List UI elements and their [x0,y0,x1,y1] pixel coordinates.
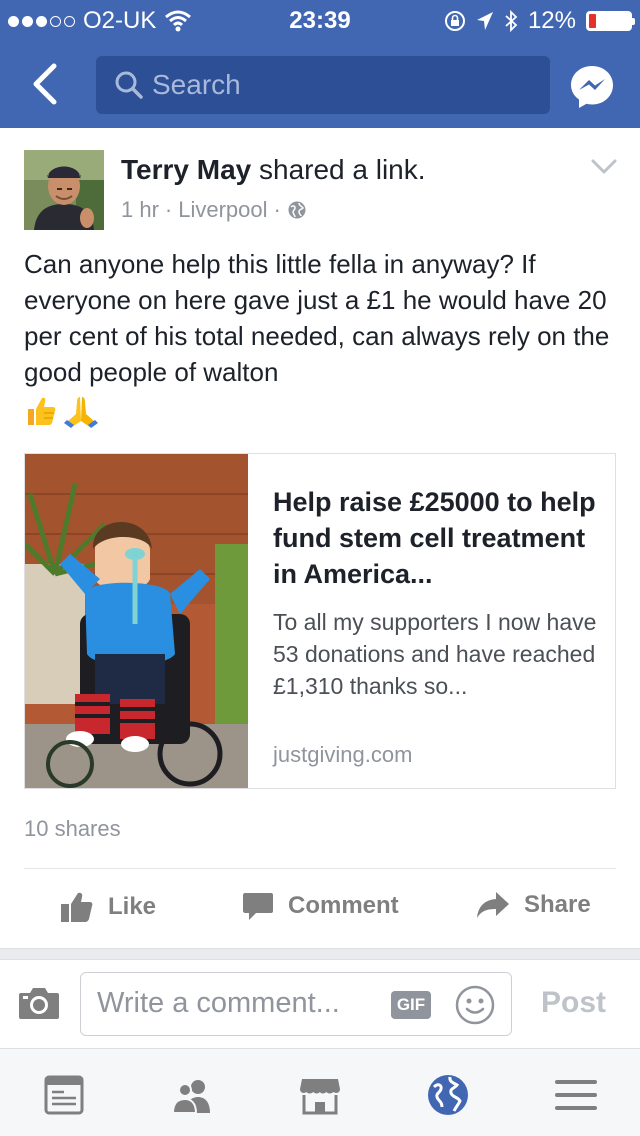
share-arrow-icon [477,892,509,918]
like-button[interactable]: Like [60,891,156,923]
battery-icon [586,11,635,31]
messenger-icon[interactable] [569,64,615,110]
comment-button[interactable]: Comment [242,891,399,921]
post-header: Terry May shared a link. [121,154,426,186]
emoji-row [24,394,100,428]
search-input[interactable] [152,64,532,106]
author-name[interactable]: Terry May [121,154,251,185]
section-separator [0,948,640,960]
bluetooth-icon [505,9,518,33]
post-actions: Like Comment Share [0,869,640,947]
gif-button[interactable]: GIF [391,991,431,1019]
notifications-globe-icon[interactable] [426,1073,470,1117]
comment-composer: Write a comment... GIF Post [0,960,640,1048]
link-preview-card[interactable]: Help raise £25000 to help fund stem cell… [24,453,616,789]
meta-separator: · [164,197,173,222]
like-label: Like [108,893,157,920]
share-label: Share [524,891,591,918]
link-title[interactable]: Help raise £25000 to help fund stem cell… [273,484,603,592]
friends-icon[interactable] [170,1073,214,1117]
post-meta: 1 hr · Liverpool · [121,197,307,223]
smiley-icon[interactable] [455,985,495,1025]
menu-icon[interactable] [554,1073,598,1117]
post-location[interactable]: Liverpool [178,197,267,223]
post-comment-button[interactable]: Post [541,986,606,1020]
link-domain: justgiving.com [273,742,413,767]
news-feed-icon[interactable] [42,1073,86,1117]
meta-separator: · [273,197,281,222]
share-count[interactable]: 10 shares [24,816,121,842]
post-text: Can anyone help this little fella in any… [24,249,610,387]
post-time[interactable]: 1 hr [121,197,159,223]
search-icon [115,71,143,99]
link-preview-image [25,454,248,788]
globe-icon [288,201,306,219]
top-bar: O2-UK 23:39 12% [0,0,640,128]
link-description: To all my supporters I now have 53 donat… [273,609,597,699]
comment-bubble-icon [243,893,273,920]
tab-bar [0,1048,640,1136]
nav-bar [0,40,640,128]
status-right: 12% [444,7,635,35]
marketplace-icon[interactable] [298,1073,342,1117]
location-arrow-icon [476,12,493,30]
thumbs-up-icon [61,892,93,922]
status-bar: O2-UK 23:39 12% [0,0,640,40]
camera-icon[interactable] [18,986,60,1020]
share-button[interactable]: Share [476,891,591,919]
comment-placeholder: Write a comment... [97,987,340,1019]
post-action-text: shared a link. [259,154,426,185]
praying-hands-icon [64,397,98,428]
chevron-left-icon[interactable] [26,60,66,108]
comment-label: Comment [288,892,399,919]
battery-percent: 12% [527,7,576,34]
chevron-down-icon[interactable] [590,158,618,176]
avatar[interactable] [24,150,104,230]
search-bar[interactable] [96,56,550,114]
rotation-lock-icon [444,11,465,31]
thumbs-up-icon [28,397,56,425]
comment-input[interactable]: Write a comment... GIF [80,972,512,1036]
